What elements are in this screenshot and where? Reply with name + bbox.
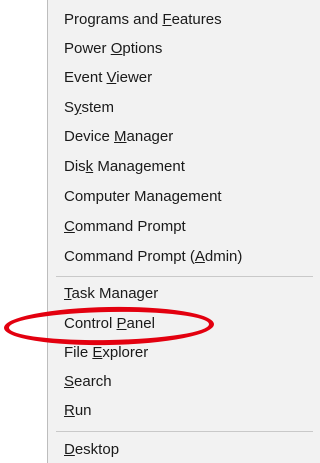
menu-item-disk-management[interactable]: Disk Management [56, 153, 313, 181]
menu-item-device-manager[interactable]: Device Manager [56, 123, 313, 151]
menu-item-file-explorer[interactable]: File Explorer [56, 339, 313, 367]
menu-item-event-viewer[interactable]: Event Viewer [56, 64, 313, 92]
menu-item-power-options[interactable]: Power Options [56, 35, 313, 63]
winx-context-menu: Programs and Features Power Options Even… [47, 0, 320, 463]
menu-separator [56, 431, 313, 432]
menu-item-search[interactable]: Search [56, 368, 313, 396]
menu-item-programs-and-features[interactable]: Programs and Features [56, 6, 313, 34]
menu-item-run[interactable]: Run [56, 397, 313, 425]
menu-item-desktop[interactable]: Desktop [56, 436, 313, 463]
menu-item-task-manager[interactable]: Task Manager [56, 280, 313, 308]
menu-item-control-panel[interactable]: Control Panel [56, 310, 313, 338]
menu-item-computer-management[interactable]: Computer Management [56, 183, 313, 211]
menu-item-command-prompt[interactable]: Command Prompt [56, 213, 313, 241]
menu-separator [56, 276, 313, 277]
menu-item-system[interactable]: System [56, 94, 313, 122]
menu-item-command-prompt-admin[interactable]: Command Prompt (Admin) [56, 243, 313, 271]
screenshot-stage: Programs and Features Power Options Even… [0, 0, 320, 463]
